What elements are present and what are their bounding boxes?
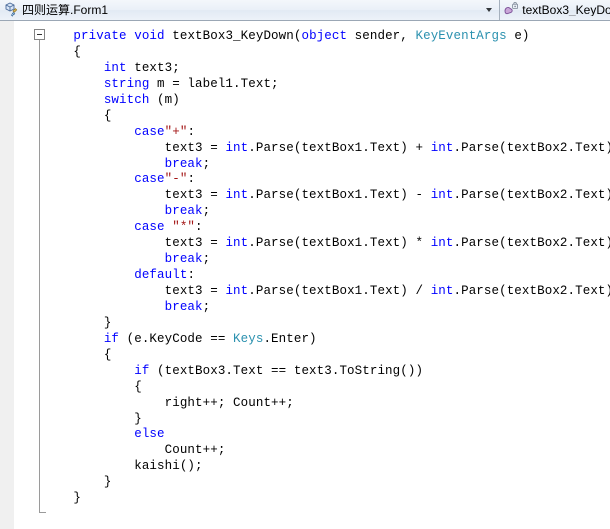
code-token: string: [103, 76, 150, 91]
code-token: default: [134, 268, 188, 283]
outline-region-line: [39, 29, 40, 513]
code-token: switch: [103, 92, 150, 107]
outlining-margin[interactable]: [15, 21, 46, 529]
code-token: int: [225, 284, 249, 298]
code-line: if (e.KeyCode == Keys.Enter): [103, 331, 317, 346]
code-line: switch (m): [103, 92, 180, 107]
code-line: }: [103, 315, 112, 330]
code-line: }: [134, 411, 142, 426]
code-line: break;: [164, 156, 211, 171]
code-token: if: [134, 363, 150, 378]
code-token: case: [134, 124, 165, 139]
method-private-icon: [503, 2, 519, 18]
member-dropdown-label: textBox3_KeyDo: [522, 4, 610, 16]
code-line: {: [103, 108, 112, 123]
code-token: object: [301, 29, 348, 43]
code-line: text3 = int.Parse(textBox1.Text) - int.P…: [164, 188, 610, 203]
code-token: int: [430, 236, 454, 251]
chevron-down-icon[interactable]: [486, 8, 493, 12]
code-token: private: [73, 29, 127, 43]
code-token: Keys: [233, 331, 264, 346]
code-editor[interactable]: private void textBox3_KeyDown(object sen…: [0, 21, 610, 529]
code-token: break: [164, 204, 203, 219]
code-line: case "*":: [134, 220, 203, 235]
code-token: "+": [164, 124, 188, 139]
code-token: KeyEventArgs: [415, 29, 507, 43]
code-token: "*": [172, 220, 196, 235]
code-line: private void textBox3_KeyDown(object sen…: [73, 29, 530, 43]
code-line: break;: [164, 299, 211, 314]
code-token: if: [103, 331, 120, 346]
indicator-margin[interactable]: [0, 21, 15, 529]
code-token: break: [164, 299, 203, 314]
code-line: {: [103, 347, 112, 362]
code-token: int: [225, 188, 249, 203]
code-text[interactable]: private void textBox3_KeyDown(object sen…: [43, 29, 610, 529]
code-line: case"+":: [134, 124, 196, 139]
editor-navigation-bar: 四则运算.Form1 textBox3_KeyDo: [0, 0, 610, 21]
code-line: break;: [164, 252, 211, 267]
code-token: else: [134, 427, 165, 442]
code-line: int text3;: [103, 60, 180, 75]
type-dropdown[interactable]: 四则运算.Form1: [0, 0, 501, 20]
code-token: int: [430, 140, 454, 155]
code-token: int: [103, 60, 127, 75]
code-token: "-": [164, 172, 188, 187]
code-token: void: [134, 29, 165, 43]
code-line: break;: [164, 204, 211, 219]
class-icon: [3, 2, 19, 18]
code-token: int: [430, 188, 454, 203]
code-line: right++; Count++;: [164, 395, 294, 410]
code-line: {: [134, 379, 142, 394]
code-line: default:: [134, 268, 196, 283]
code-token: break: [164, 252, 203, 267]
type-dropdown-label: 四则运算.Form1: [22, 4, 109, 16]
member-dropdown[interactable]: textBox3_KeyDo: [500, 0, 610, 20]
code-line: }: [73, 491, 82, 506]
code-line: text3 = int.Parse(textBox1.Text) * int.P…: [164, 236, 610, 251]
code-line: text3 = int.Parse(textBox1.Text) / int.P…: [164, 284, 610, 298]
code-line: kaishi();: [134, 459, 203, 474]
code-line: string m = label1.Text;: [103, 76, 279, 91]
code-line: case"-":: [134, 172, 196, 187]
code-line: if (textBox3.Text == text3.ToString()): [134, 363, 424, 378]
code-token: int: [225, 236, 249, 251]
code-line: Count++;: [164, 443, 226, 458]
code-line: text3 = int.Parse(textBox1.Text) + int.P…: [164, 140, 610, 155]
code-line: else: [43, 427, 610, 443]
code-line: {: [73, 44, 82, 59]
code-line: }: [103, 475, 112, 490]
code-token: case: [134, 172, 165, 187]
code-token: int: [430, 284, 454, 298]
code-token: break: [164, 156, 203, 171]
code-token: int: [225, 140, 249, 155]
code-token: case: [134, 220, 165, 235]
